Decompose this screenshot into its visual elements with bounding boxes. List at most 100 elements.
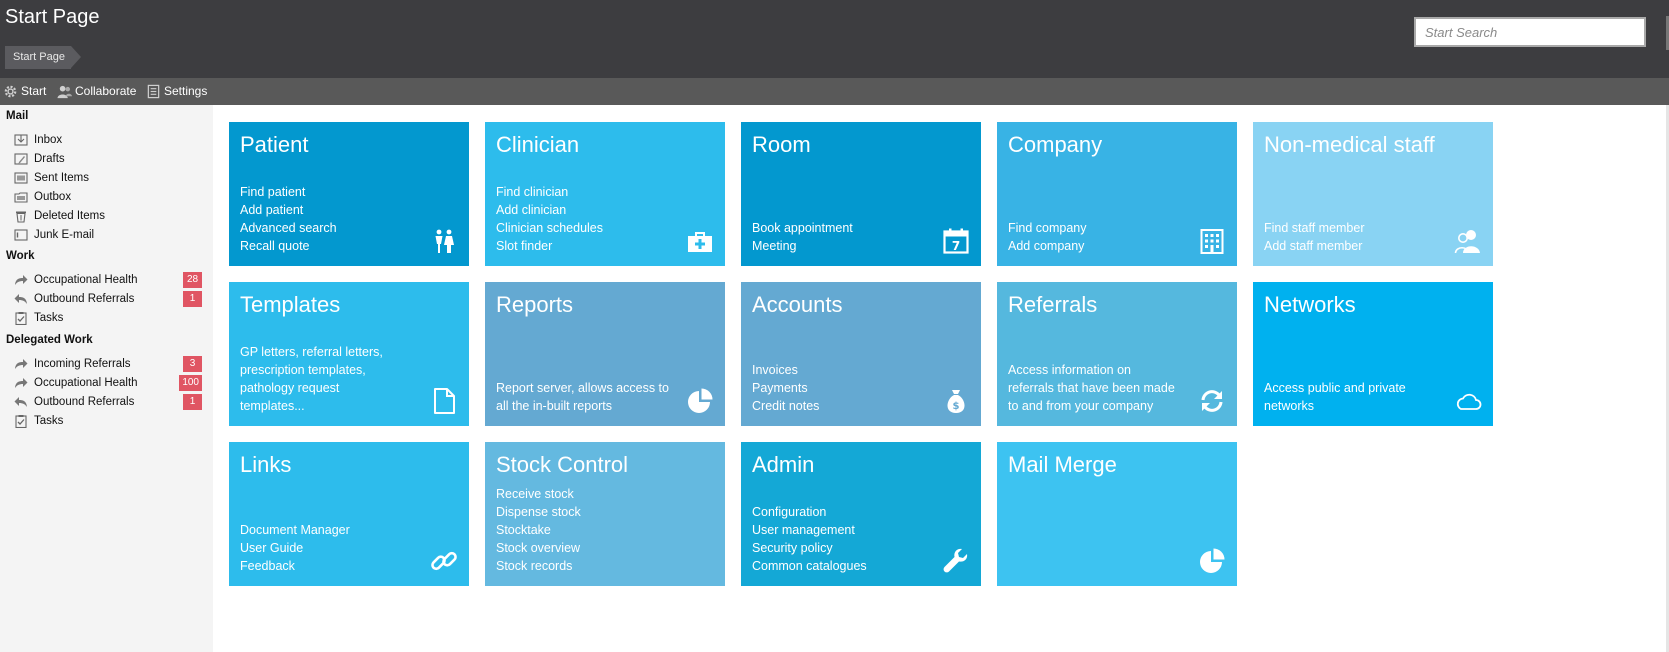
tile-links[interactable]: Links Document Manager User Guide Feedba… (229, 442, 469, 586)
find-clinician-link[interactable]: Find clinician (496, 183, 684, 201)
tile-title: Non-medical staff (1264, 132, 1435, 157)
find-company-link[interactable]: Find company (1008, 219, 1196, 237)
add-company-link[interactable]: Add company (1008, 237, 1196, 255)
slot-finder-link[interactable]: Slot finder (496, 237, 684, 255)
money-bag-icon: $ (942, 387, 970, 415)
tile-company[interactable]: Company Find company Add company (997, 122, 1237, 266)
tile-non-medical-staff[interactable]: Non-medical staff Find staff member Add … (1253, 122, 1493, 266)
user-management-link[interactable]: User management (752, 521, 940, 539)
search-input[interactable] (1416, 19, 1644, 45)
search-box[interactable] (1414, 17, 1646, 47)
sidebar-item-label: Inbox (34, 134, 63, 146)
tile-clinician[interactable]: Clinician Find clinician Add clinician C… (485, 122, 725, 266)
inbox-icon (14, 134, 28, 146)
svg-text:$: $ (953, 401, 960, 412)
sidebar-item-incoming-referrals[interactable]: Incoming Referrals 3 (14, 355, 202, 373)
tile-mail-merge[interactable]: Mail Merge (997, 442, 1237, 586)
gear-icon (4, 85, 17, 98)
reply-arrow-icon (14, 397, 27, 407)
credit-notes-link[interactable]: Credit notes (752, 397, 940, 415)
sidebar-item-occupational-health[interactable]: Occupational Health 28 (14, 271, 202, 289)
add-staff-member-link[interactable]: Add staff member (1264, 237, 1452, 255)
sidebar-item-label: Incoming Referrals (34, 358, 131, 370)
count-badge: 1 (183, 291, 202, 307)
tile-title: Patient (240, 132, 309, 157)
svg-text:7: 7 (952, 239, 960, 253)
sidebar-item-inbox[interactable]: Inbox (14, 131, 202, 149)
advanced-search-link[interactable]: Advanced search (240, 219, 428, 237)
start-page-app: Start Page Start Page Start Collaborate (0, 0, 1669, 652)
tile-links-list: Document Manager User Guide Feedback (240, 521, 428, 575)
junk-icon (14, 229, 28, 241)
sidebar-item-delegated-occupational-health[interactable]: Occupational Health 100 (14, 374, 202, 392)
tile-title: Room (752, 132, 811, 157)
recall-quote-link[interactable]: Recall quote (240, 237, 428, 255)
tile-reports[interactable]: Reports Report server, allows access to … (485, 282, 725, 426)
reply-arrow-icon (14, 294, 27, 304)
tile-admin[interactable]: Admin Configuration User management Secu… (741, 442, 981, 586)
book-appointment-link[interactable]: Book appointment (752, 219, 940, 237)
tile-referrals[interactable]: Referrals Access information on referral… (997, 282, 1237, 426)
sidebar-item-sent-items[interactable]: Sent Items (14, 169, 202, 187)
security-policy-link[interactable]: Security policy (752, 539, 940, 557)
document-icon (430, 387, 458, 415)
calendar-icon: 7 (942, 227, 970, 255)
sidebar-item-tasks[interactable]: Tasks (14, 309, 202, 327)
clinician-schedules-link[interactable]: Clinician schedules (496, 219, 684, 237)
mail-section-header: Mail (6, 110, 29, 122)
outbox-icon (14, 192, 28, 203)
sidebar-item-junk-email[interactable]: Junk E-mail (14, 226, 202, 244)
medical-bag-icon (686, 227, 714, 255)
stock-overview-link[interactable]: Stock overview (496, 539, 684, 557)
feedback-link[interactable]: Feedback (240, 557, 428, 575)
tile-accounts[interactable]: Accounts Invoices Payments Credit notes … (741, 282, 981, 426)
configuration-link[interactable]: Configuration (752, 503, 940, 521)
add-clinician-link[interactable]: Add clinician (496, 201, 684, 219)
tile-templates[interactable]: Templates GP letters, referral letters, … (229, 282, 469, 426)
tile-patient[interactable]: Patient Find patient Add patient Advance… (229, 122, 469, 266)
sidebar: Mail Inbox Drafts Sent Items Outbox Dele… (0, 105, 213, 652)
description-line: to and from your company (1008, 399, 1154, 413)
document-manager-link[interactable]: Document Manager (240, 521, 428, 539)
settings-button[interactable]: Settings (146, 82, 207, 101)
collaborate-button[interactable]: Collaborate (57, 82, 136, 101)
sidebar-item-delegated-outbound-referrals[interactable]: Outbound Referrals 1 (14, 393, 202, 411)
sent-items-icon (14, 172, 28, 184)
sidebar-item-outbox[interactable]: Outbox (14, 188, 202, 206)
tile-networks[interactable]: Networks Access public and private netwo… (1253, 282, 1493, 426)
tile-title: Stock Control (496, 452, 629, 477)
pie-chart-icon (686, 387, 714, 415)
stocktake-link[interactable]: Stocktake (496, 521, 684, 539)
tile-links: Book appointment Meeting (752, 219, 940, 255)
common-catalogues-link[interactable]: Common catalogues (752, 557, 940, 575)
tile-room[interactable]: Room Book appointment Meeting 7 (741, 122, 981, 266)
meeting-link[interactable]: Meeting (752, 237, 940, 255)
find-staff-member-link[interactable]: Find staff member (1264, 219, 1452, 237)
tile-description: Access information on referrals that hav… (1008, 361, 1208, 415)
sidebar-item-delegated-tasks[interactable]: Tasks (14, 412, 202, 430)
stock-records-link[interactable]: Stock records (496, 557, 684, 575)
sidebar-item-outbound-referrals[interactable]: Outbound Referrals 1 (14, 290, 202, 308)
user-guide-link[interactable]: User Guide (240, 539, 428, 557)
dispense-stock-link[interactable]: Dispense stock (496, 503, 684, 521)
payments-link[interactable]: Payments (752, 379, 940, 397)
tile-title: Mail Merge (1008, 452, 1117, 477)
find-patient-link[interactable]: Find patient (240, 183, 428, 201)
description-line: Access public and private (1264, 381, 1406, 395)
start-button[interactable]: Start (3, 82, 46, 101)
sidebar-item-label: Drafts (34, 153, 65, 165)
add-patient-link[interactable]: Add patient (240, 201, 428, 219)
count-badge: 28 (183, 272, 202, 288)
sidebar-item-deleted-items[interactable]: Deleted Items (14, 207, 202, 225)
page-title: Start Page (5, 6, 100, 28)
sidebar-item-label: Sent Items (34, 172, 89, 184)
invoices-link[interactable]: Invoices (752, 361, 940, 379)
sidebar-item-label: Outbox (34, 191, 72, 203)
receive-stock-link[interactable]: Receive stock (496, 485, 684, 503)
tile-links: Receive stock Dispense stock Stocktake S… (496, 485, 684, 575)
tile-links: Invoices Payments Credit notes (752, 361, 940, 415)
tile-stock-control[interactable]: Stock Control Receive stock Dispense sto… (485, 442, 725, 586)
breadcrumb-start-page[interactable]: Start Page (5, 46, 81, 69)
sidebar-item-drafts[interactable]: Drafts (14, 150, 202, 168)
tile-title: Templates (240, 292, 341, 317)
